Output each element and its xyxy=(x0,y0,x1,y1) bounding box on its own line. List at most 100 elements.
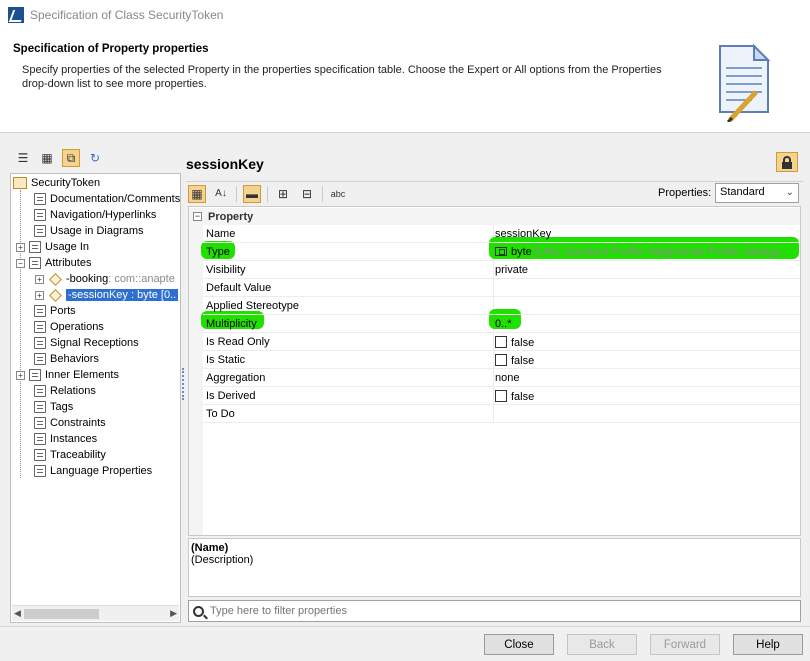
tree-view-icon[interactable]: ▦ xyxy=(38,149,56,167)
property-value[interactable]: byte [UML Standard Profile::MagicDraw Pr… xyxy=(495,246,789,258)
table-row[interactable]: Type byte [UML Standard Profile::MagicDr… xyxy=(203,243,800,261)
spell-check-icon[interactable]: abc xyxy=(329,185,347,203)
tree-attribute-sessionkey[interactable]: + -sessionKey : byte [0.. xyxy=(35,287,179,303)
table-row[interactable]: Visibility private xyxy=(203,261,800,279)
copy-view-icon[interactable]: ⧉ xyxy=(62,149,80,167)
property-value[interactable]: false xyxy=(495,336,534,349)
description-toggle-icon[interactable]: ▬ xyxy=(243,184,261,203)
tree-item-operations[interactable]: Operations xyxy=(21,319,104,335)
tree-item-ports[interactable]: Ports xyxy=(21,303,76,319)
dialog-button-bar: Close Back Forward Help xyxy=(0,626,810,661)
tree-item-constraints[interactable]: Constraints xyxy=(21,415,106,431)
table-row[interactable]: Multiplicity 0..* xyxy=(203,315,800,333)
panel-splitter[interactable] xyxy=(182,368,185,400)
banner-heading: Specification of Property properties xyxy=(13,43,209,55)
lock-button[interactable] xyxy=(776,152,798,172)
tree-item-traceability[interactable]: Traceability xyxy=(21,447,106,463)
help-button[interactable]: Help xyxy=(733,634,803,655)
tree-item-language-properties[interactable]: Language Properties xyxy=(21,463,152,479)
checkbox[interactable] xyxy=(495,354,507,366)
tree-item-label: Navigation/Hyperlinks xyxy=(50,209,157,221)
forward-button[interactable]: Forward xyxy=(650,634,720,655)
tree-root-label: SecurityToken xyxy=(31,177,101,189)
node-icon xyxy=(34,305,46,317)
table-row[interactable]: Name sessionKey xyxy=(203,225,800,243)
tree-attribute-booking[interactable]: + -booking : com::anapte xyxy=(35,271,175,287)
tree-item-attributes[interactable]: − Attributes xyxy=(16,255,91,271)
node-icon xyxy=(34,433,46,445)
table-row[interactable]: Aggregation none xyxy=(203,369,800,387)
expand-icon[interactable]: + xyxy=(16,370,25,380)
collapse-all-icon[interactable]: ⊟ xyxy=(298,185,316,203)
checkbox[interactable] xyxy=(495,336,507,348)
banner-description: Specify properties of the selected Prope… xyxy=(22,64,662,90)
table-row[interactable]: Is Derived false xyxy=(203,387,800,405)
tree-item-label: Usage In xyxy=(45,241,90,253)
property-key: Is Read Only xyxy=(206,336,270,348)
tree-item-usage-in-diagrams[interactable]: Usage in Diagrams xyxy=(21,223,144,239)
tree-item-instances[interactable]: Instances xyxy=(21,431,97,447)
filter-input[interactable] xyxy=(210,605,770,617)
property-group-header[interactable]: − Property xyxy=(189,208,800,225)
attribute-name: -sessionKey : byte [0.. xyxy=(66,289,179,301)
checkbox[interactable] xyxy=(495,390,507,402)
tree-item-inner-elements[interactable]: + Inner Elements xyxy=(16,367,119,383)
collapse-icon[interactable]: − xyxy=(16,258,25,268)
filter-box[interactable] xyxy=(188,600,801,622)
collapse-icon[interactable]: − xyxy=(193,212,202,221)
tree-item-documentation[interactable]: Documentation/Comments xyxy=(21,191,180,207)
tree-item-label: Traceability xyxy=(50,449,106,461)
scrollbar-thumb[interactable] xyxy=(24,609,99,619)
table-row[interactable]: Is Static false xyxy=(203,351,800,369)
scroll-right-icon[interactable]: ▶ xyxy=(170,608,177,619)
tree-item-tags[interactable]: Tags xyxy=(21,399,73,415)
tree-item-label: Instances xyxy=(50,433,98,445)
tree-root[interactable]: SecurityToken xyxy=(13,175,100,191)
list-view-icon[interactable]: ☰ xyxy=(14,149,32,167)
node-icon xyxy=(34,401,46,413)
chevron-down-icon: ⌄ xyxy=(785,187,794,198)
tree-item-label: Inner Elements xyxy=(45,369,119,381)
table-row[interactable]: To Do xyxy=(203,405,800,423)
table-row[interactable]: Applied Stereotype xyxy=(203,297,800,315)
node-icon xyxy=(34,337,46,349)
attribute-icon xyxy=(49,288,62,302)
node-icon xyxy=(34,449,46,461)
property-value[interactable]: none xyxy=(495,372,519,384)
property-key: Aggregation xyxy=(206,372,266,384)
table-row[interactable]: Is Read Only false xyxy=(203,333,800,351)
expand-icon[interactable]: + xyxy=(35,274,44,284)
property-value[interactable]: false xyxy=(495,390,534,403)
element-name-title: sessionKey xyxy=(186,156,264,172)
tree-item-usage-in[interactable]: + Usage In xyxy=(16,239,89,255)
properties-label: Properties: xyxy=(658,187,712,199)
refresh-icon[interactable]: ↻ xyxy=(86,149,104,167)
close-button[interactable]: Close xyxy=(484,634,554,655)
property-value[interactable]: sessionKey xyxy=(495,228,551,240)
categorized-view-icon[interactable]: ▦ xyxy=(188,184,206,203)
table-row[interactable]: Default Value xyxy=(203,279,800,297)
property-value[interactable]: 0..* xyxy=(495,318,512,330)
sort-alphabetical-icon[interactable]: A↓ xyxy=(212,185,230,203)
property-key: Multiplicity xyxy=(206,318,257,330)
tree-item-label: Tags xyxy=(50,401,74,413)
property-value[interactable]: private xyxy=(495,264,528,276)
property-key: Applied Stereotype xyxy=(206,300,299,312)
expand-all-icon[interactable]: ⊞ xyxy=(274,185,292,203)
tree-item-signal-receptions[interactable]: Signal Receptions xyxy=(21,335,139,351)
scroll-left-icon[interactable]: ◀ xyxy=(14,608,21,619)
expand-icon[interactable]: + xyxy=(35,290,44,300)
tree-item-navigation[interactable]: Navigation/Hyperlinks xyxy=(21,207,156,223)
tree-item-behaviors[interactable]: Behaviors xyxy=(21,351,99,367)
property-value[interactable]: false xyxy=(495,354,534,367)
properties-dropdown[interactable]: Standard ⌄ xyxy=(715,183,799,203)
expand-icon[interactable]: + xyxy=(16,242,25,252)
back-button[interactable]: Back xyxy=(567,634,637,655)
tree-horizontal-scrollbar[interactable]: ◀ ▶ xyxy=(12,605,179,621)
property-key: Type xyxy=(206,246,230,258)
tree-item-label: Operations xyxy=(50,321,104,333)
property-key: Name xyxy=(206,228,236,240)
datatype-icon xyxy=(495,247,507,256)
tree-item-relations[interactable]: Relations xyxy=(21,383,96,399)
node-icon xyxy=(34,209,46,221)
